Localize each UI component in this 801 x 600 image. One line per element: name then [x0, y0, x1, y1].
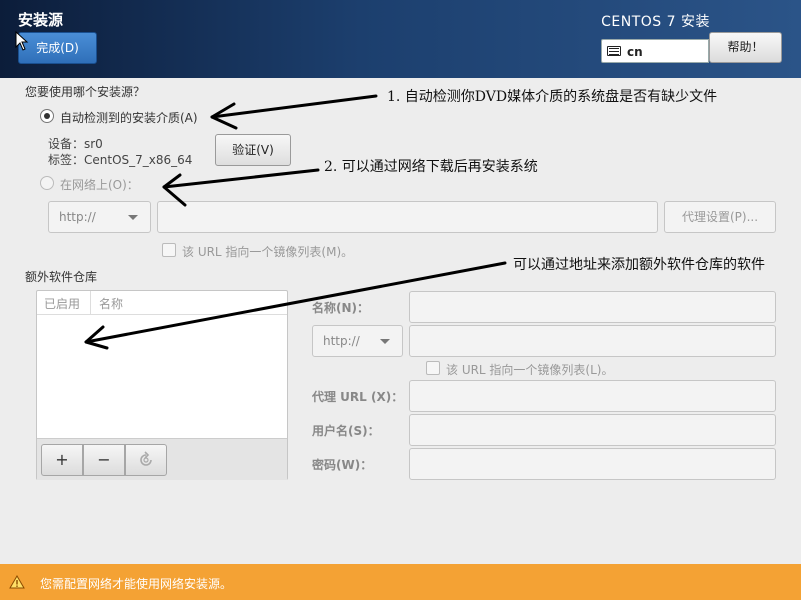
annotation-arrow-2 — [162, 168, 320, 189]
source-question-heading: 您要使用哪个安装源？ — [25, 85, 146, 99]
repo-protocol-dropdown[interactable]: http:// — [312, 325, 403, 357]
add-repo-button[interactable]: + — [41, 444, 83, 476]
chevron-down-icon — [128, 215, 138, 220]
repo-protocol-value: http:// — [323, 334, 360, 348]
annotation-note-1: 1. 自动检测你DVD媒体介质的系统盘是否有缺少文件 — [387, 89, 718, 105]
refresh-repo-button[interactable] — [125, 444, 167, 476]
keyboard-icon — [607, 46, 621, 56]
column-header-name[interactable]: 名称 — [92, 291, 123, 314]
extra-repos-heading: 额外软件仓库 — [25, 270, 98, 284]
repo-mirror-list-checkbox[interactable] — [426, 361, 440, 375]
annotation-arrow-1 — [210, 94, 378, 119]
verify-button[interactable]: 验证(V) — [215, 134, 291, 166]
mouse-cursor-icon — [15, 31, 29, 51]
auto-detected-media-radio[interactable] — [40, 109, 54, 123]
protocol-dropdown-value: http:// — [59, 210, 96, 224]
media-label-info: 标签：CentOS_7_x86_64 — [48, 153, 193, 167]
repo-name-input[interactable] — [409, 291, 776, 323]
mirror-list-checkbox[interactable] — [162, 243, 176, 257]
username-label: 用户名(S)： — [312, 424, 380, 438]
column-header-enabled[interactable]: 已启用 — [37, 291, 91, 314]
chevron-down-icon — [380, 339, 390, 344]
warning-bar[interactable]: 您需配置网络才能使用网络安装源。 — [0, 564, 801, 600]
annotation-note-2: 2. 可以通过网络下载后再安装系统 — [324, 159, 538, 175]
annotation-arrowhead-1 — [210, 102, 238, 130]
repo-list[interactable]: 已启用 名称 + − — [36, 290, 288, 480]
remove-repo-button[interactable]: − — [83, 444, 125, 476]
proxy-settings-button[interactable]: 代理设置(P)... — [664, 201, 776, 233]
repo-url-input[interactable] — [409, 325, 776, 357]
auto-detected-media-label[interactable]: 自动检测到的安装介质(A) — [60, 109, 198, 126]
network-url-input[interactable] — [157, 201, 658, 233]
repo-list-toolbar: + − — [37, 438, 287, 480]
password-input[interactable] — [409, 448, 776, 480]
warning-icon — [9, 575, 25, 589]
username-input[interactable] — [409, 414, 776, 446]
repo-list-header: 已启用 名称 — [37, 291, 287, 315]
page-title: 安装源 — [18, 11, 64, 29]
mirror-list-checkbox-label: 该 URL 指向一个镜像列表(M)。 — [182, 245, 354, 259]
product-title: CENTOS 7 安装 — [601, 14, 710, 30]
repo-name-label: 名称(N)： — [312, 301, 370, 315]
header-bar: 安装源 完成(D) CENTOS 7 安装 cn 帮助！ — [0, 0, 801, 78]
annotation-note-3: 可以通过地址来添加额外软件仓库的软件 — [513, 257, 765, 273]
password-label: 密码(W)： — [312, 458, 373, 472]
protocol-dropdown[interactable]: http:// — [48, 201, 151, 233]
refresh-icon — [140, 451, 152, 466]
device-info: 设备：sr0 — [48, 137, 103, 151]
network-source-label[interactable]: 在网络上(O)： — [60, 176, 139, 193]
repo-mirror-list-checkbox-label: 该 URL 指向一个镜像列表(L)。 — [446, 363, 614, 377]
done-button[interactable]: 完成(D) — [18, 32, 97, 64]
proxy-url-input[interactable] — [409, 380, 776, 412]
keyboard-layout-indicator[interactable]: cn — [601, 39, 709, 63]
network-source-radio[interactable] — [40, 176, 54, 190]
keyboard-layout-label: cn — [627, 45, 643, 59]
help-button[interactable]: 帮助！ — [709, 32, 782, 63]
proxy-url-label: 代理 URL (X)： — [312, 390, 404, 404]
warning-text: 您需配置网络才能使用网络安装源。 — [40, 577, 233, 591]
